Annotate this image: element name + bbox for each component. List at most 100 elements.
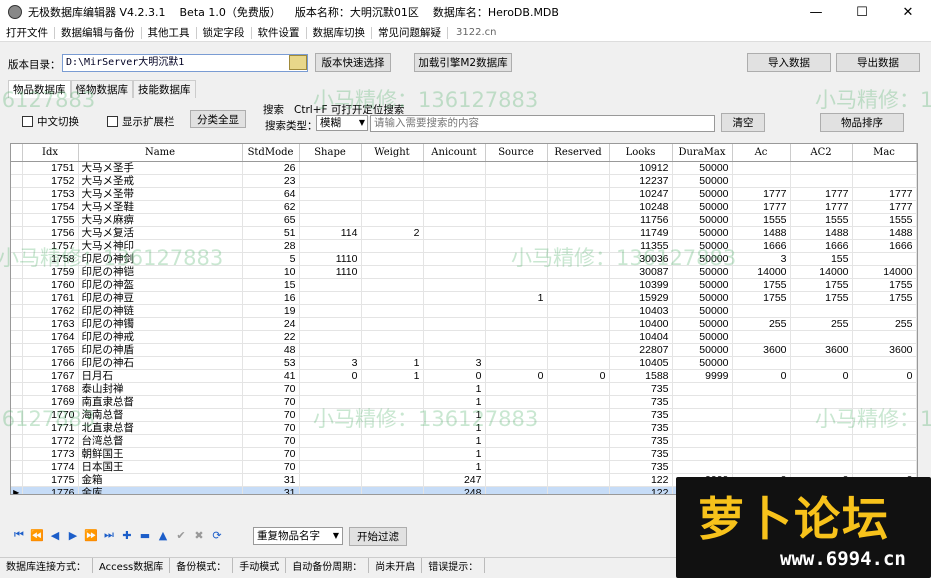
cell-duramax[interactable]: 50000 — [672, 291, 733, 305]
cell-source[interactable] — [485, 187, 548, 201]
table-row[interactable]: 1763 印尼の神镯 24 10400 50000 255 255 255 — [11, 317, 917, 331]
cell-looks[interactable]: 11355 — [609, 239, 673, 253]
column-header-stdmode[interactable]: StdMode — [242, 144, 300, 162]
cell-ac[interactable]: 1755 — [732, 291, 791, 305]
cell-looks[interactable]: 30036 — [609, 252, 673, 266]
filter-type-select[interactable]: 重复物品名字 ▼ — [253, 527, 343, 545]
cell-duramax[interactable]: 50000 — [672, 278, 733, 292]
refresh-icon[interactable]: ⟳ — [208, 527, 226, 543]
cell-reserved[interactable] — [547, 161, 610, 175]
cell-reserved[interactable] — [547, 304, 610, 318]
cell-looks[interactable]: 10399 — [609, 278, 673, 292]
cell-name[interactable]: 印尼の神石 — [78, 356, 243, 370]
cell-ac2[interactable]: 1777 — [790, 200, 853, 214]
cell-ac2[interactable]: 255 — [790, 317, 853, 331]
table-row[interactable]: 1774 日本国王 70 1 735 — [11, 460, 917, 474]
cell-idx[interactable]: 1770 — [22, 408, 79, 422]
column-header-ac2[interactable]: AC2 — [790, 144, 853, 162]
cell-ac2[interactable] — [790, 408, 853, 422]
table-row[interactable]: 1756 大马メ复活 51 114 2 11749 50000 1488 1488 1488 — [11, 226, 917, 240]
cell-mac[interactable]: 1755 — [852, 278, 917, 292]
last-record-icon[interactable]: ⏭ — [100, 527, 118, 543]
start-filter-button[interactable]: 开始过滤 — [349, 527, 407, 546]
cell-name[interactable]: 台湾总督 — [78, 434, 243, 448]
cell-source[interactable] — [485, 304, 548, 318]
table-row[interactable]: 1771 北直隶总督 70 1 735 — [11, 421, 917, 435]
cell-source[interactable] — [485, 408, 548, 422]
cell-shape[interactable] — [299, 434, 362, 448]
table-row[interactable]: 1759 印尼の神铠 10 1110 30087 50000 14000 14000 14000 — [11, 265, 917, 279]
cell-looks[interactable]: 735 — [609, 421, 673, 435]
cell-anicount[interactable] — [423, 291, 486, 305]
cell-reserved[interactable] — [547, 226, 610, 240]
cell-reserved[interactable] — [547, 200, 610, 214]
load-m2-button[interactable]: 加载引擎M2数据库 — [414, 53, 512, 72]
cell-anicount[interactable] — [423, 239, 486, 253]
cell-duramax[interactable] — [672, 421, 733, 435]
cell-stdmode[interactable]: 5 — [242, 252, 300, 266]
cell-stdmode[interactable]: 70 — [242, 382, 300, 396]
cell-source[interactable] — [485, 174, 548, 188]
cell-mac[interactable]: 14000 — [852, 265, 917, 279]
cell-stdmode[interactable]: 24 — [242, 317, 300, 331]
cell-ac2[interactable] — [790, 304, 853, 318]
cell-stdmode[interactable]: 48 — [242, 343, 300, 357]
cell-anicount[interactable]: 1 — [423, 421, 486, 435]
cell-shape[interactable] — [299, 486, 362, 494]
next-page-icon[interactable]: ⏩ — [82, 527, 100, 543]
sort-items-button[interactable]: 物品排序 — [820, 113, 904, 132]
minimize-icon[interactable]: — — [793, 0, 839, 24]
cell-anicount[interactable]: 3 — [423, 356, 486, 370]
cell-idx[interactable]: 1760 — [22, 278, 79, 292]
edit-record-icon[interactable]: ▲ — [154, 527, 172, 543]
cell-ac2[interactable]: 1555 — [790, 213, 853, 227]
cell-source[interactable] — [485, 213, 548, 227]
table-row[interactable]: 1770 海南总督 70 1 735 — [11, 408, 917, 422]
cell-stdmode[interactable]: 22 — [242, 330, 300, 344]
table-row[interactable]: 1752 大马メ圣戒 23 12237 50000 — [11, 174, 917, 188]
cell-looks[interactable]: 735 — [609, 395, 673, 409]
delete-record-icon[interactable]: ▬ — [136, 527, 154, 543]
cell-anicount[interactable] — [423, 278, 486, 292]
cell-reserved[interactable] — [547, 460, 610, 474]
cell-source[interactable] — [485, 395, 548, 409]
cell-source[interactable] — [485, 317, 548, 331]
cell-name[interactable]: 朝鲜国王 — [78, 447, 243, 461]
menu-edit-backup[interactable]: 数据编辑与备份 — [55, 26, 142, 39]
cell-weight[interactable] — [361, 200, 424, 214]
cell-stdmode[interactable]: 70 — [242, 460, 300, 474]
cell-name[interactable]: 印尼の神盾 — [78, 343, 243, 357]
cell-name[interactable]: 大马メ神印 — [78, 239, 243, 253]
cell-shape[interactable]: 114 — [299, 226, 362, 240]
column-header-idx[interactable]: Idx — [22, 144, 79, 162]
cell-idx[interactable]: 1774 — [22, 460, 79, 474]
cell-reserved[interactable] — [547, 486, 610, 494]
cell-mac[interactable]: 1666 — [852, 239, 917, 253]
cell-idx[interactable]: 1759 — [22, 265, 79, 279]
menu-faq[interactable]: 常见问题解疑 — [372, 26, 448, 39]
cell-shape[interactable] — [299, 408, 362, 422]
cell-duramax[interactable]: 50000 — [672, 252, 733, 266]
table-row[interactable]: 1754 大马メ圣鞋 62 10248 50000 1777 1777 1777 — [11, 200, 917, 214]
cell-reserved[interactable] — [547, 278, 610, 292]
cell-stdmode[interactable]: 41 — [242, 369, 300, 383]
cell-anicount[interactable] — [423, 330, 486, 344]
cell-mac[interactable]: 255 — [852, 317, 917, 331]
cell-stdmode[interactable]: 53 — [242, 356, 300, 370]
first-record-icon[interactable]: ⏮ — [10, 527, 28, 543]
cell-looks[interactable]: 30087 — [609, 265, 673, 279]
tab-skills[interactable]: 技能数据库 — [133, 80, 196, 98]
cell-reserved[interactable] — [547, 213, 610, 227]
cell-anicount[interactable]: 1 — [423, 434, 486, 448]
cell-duramax[interactable]: 50000 — [672, 213, 733, 227]
cell-mac[interactable] — [852, 252, 917, 266]
cell-name[interactable]: 金箱 — [78, 473, 243, 487]
cell-idx[interactable]: 1752 — [22, 174, 79, 188]
cell-shape[interactable] — [299, 343, 362, 357]
insert-record-icon[interactable]: ✚ — [118, 527, 136, 543]
cell-ac[interactable]: 1555 — [732, 213, 791, 227]
cell-looks[interactable]: 10400 — [609, 317, 673, 331]
cell-name[interactable]: 大马メ圣带 — [78, 187, 243, 201]
cell-idx[interactable]: 1763 — [22, 317, 79, 331]
cell-idx[interactable]: 1761 — [22, 291, 79, 305]
